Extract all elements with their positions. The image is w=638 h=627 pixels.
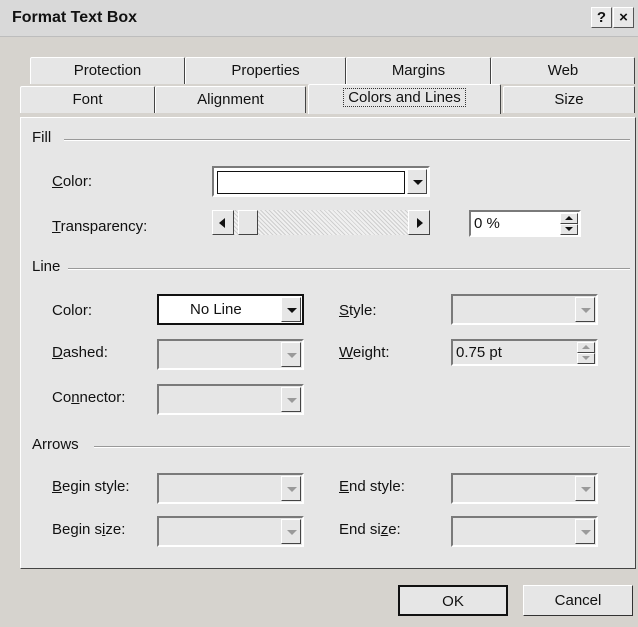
chevron-down-icon (581, 487, 591, 492)
fill-color-combo[interactable] (212, 166, 430, 197)
transparency-slider-thumb[interactable] (238, 210, 258, 235)
arrow-right-icon (417, 218, 423, 228)
transparency-label: Transparency: (52, 218, 148, 235)
style-label: Style: (339, 302, 377, 319)
end-size-label: End size: (339, 521, 401, 538)
begin-style-combo[interactable] (157, 473, 304, 504)
tab-margins[interactable]: Margins (346, 57, 491, 84)
spin-down-icon (565, 227, 573, 231)
end-style-combo[interactable] (451, 473, 598, 504)
begin-size-combo[interactable] (157, 516, 304, 547)
begin-size-label: Begin size: (52, 521, 126, 538)
end-style-dropdown-button[interactable] (575, 476, 595, 501)
line-divider (68, 268, 630, 270)
style-dropdown-button[interactable] (575, 297, 595, 322)
fill-divider (64, 139, 630, 141)
line-color-label: Color: (52, 302, 93, 319)
tab-web[interactable]: Web (491, 57, 635, 84)
dashed-label: Dashed: (52, 344, 108, 361)
tab-colors-and-lines-label: Colors and Lines (343, 88, 466, 107)
cancel-button[interactable]: Cancel (523, 585, 633, 616)
tab-size[interactable]: Size (503, 86, 635, 113)
end-style-label: End style: (339, 478, 405, 495)
line-color-value: No Line (190, 301, 242, 318)
connector-combo[interactable] (157, 384, 304, 415)
style-combo[interactable] (451, 294, 598, 325)
end-size-dropdown-button[interactable] (575, 519, 595, 544)
tab-colors-and-lines[interactable]: Colors and Lines (308, 84, 501, 114)
fill-group-label: Fill (32, 129, 58, 146)
transparency-track[interactable] (234, 210, 408, 235)
connector-dropdown-button[interactable] (281, 387, 301, 412)
spin-up-icon (582, 345, 590, 349)
weight-down-button[interactable] (577, 353, 595, 364)
tab-alignment[interactable]: Alignment (155, 86, 306, 113)
transparency-spinner[interactable]: 0 % (469, 210, 581, 237)
weight-label: Weight: (339, 344, 390, 361)
tab-font[interactable]: Font (20, 86, 155, 113)
end-size-combo[interactable] (451, 516, 598, 547)
arrows-divider (94, 446, 630, 448)
close-button[interactable]: × (613, 7, 634, 28)
begin-style-dropdown-button[interactable] (281, 476, 301, 501)
transparency-value: 0 % (474, 215, 500, 232)
transparency-down-button[interactable] (560, 224, 578, 235)
chevron-down-icon (287, 308, 297, 313)
weight-up-button[interactable] (577, 342, 595, 353)
transparency-scroll-right[interactable] (408, 210, 430, 235)
chevron-down-icon (287, 353, 297, 358)
tab-protection[interactable]: Protection (30, 57, 185, 84)
chevron-down-icon (287, 487, 297, 492)
fill-color-label: Color: (52, 173, 93, 190)
line-group-label: Line (32, 258, 67, 275)
tab-properties[interactable]: Properties (185, 57, 346, 84)
transparency-scroll-left[interactable] (212, 210, 234, 235)
fill-color-dropdown-button[interactable] (407, 169, 427, 194)
spin-down-icon (582, 356, 590, 360)
dashed-combo[interactable] (157, 339, 304, 370)
arrows-group-label: Arrows (32, 436, 85, 453)
chevron-down-icon (581, 530, 591, 535)
arrow-left-icon (219, 218, 225, 228)
weight-value: 0.75 pt (456, 344, 502, 361)
chevron-down-icon (581, 308, 591, 313)
title-bar: Format Text Box ? × (0, 0, 638, 37)
chevron-down-icon (287, 530, 297, 535)
weight-spinner[interactable]: 0.75 pt (451, 339, 598, 366)
line-color-combo[interactable]: No Line (157, 294, 304, 325)
begin-style-label: Begin style: (52, 478, 130, 495)
transparency-up-button[interactable] (560, 213, 578, 224)
chevron-down-icon (413, 180, 423, 185)
connector-label: Connector: (52, 389, 126, 406)
chevron-down-icon (287, 398, 297, 403)
dialog-title: Format Text Box (12, 9, 138, 26)
dashed-dropdown-button[interactable] (281, 342, 301, 367)
fill-color-swatch (217, 171, 405, 194)
begin-size-dropdown-button[interactable] (281, 519, 301, 544)
spin-up-icon (565, 216, 573, 220)
help-button[interactable]: ? (591, 7, 612, 28)
line-color-dropdown-button[interactable] (281, 297, 301, 322)
ok-button[interactable]: OK (398, 585, 508, 616)
